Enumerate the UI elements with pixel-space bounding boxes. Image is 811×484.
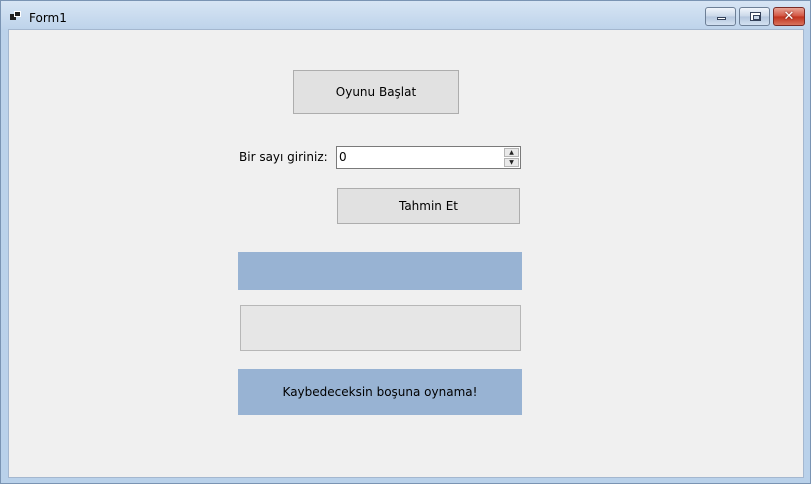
result-label bbox=[238, 252, 522, 290]
minimize-button[interactable] bbox=[705, 7, 736, 26]
maximize-button[interactable] bbox=[739, 7, 770, 26]
close-button[interactable]: ✕ bbox=[773, 7, 805, 26]
number-input[interactable]: 0 ▲ ▼ bbox=[336, 146, 521, 169]
spin-down-icon[interactable]: ▼ bbox=[504, 158, 519, 167]
title-bar[interactable]: Form1 ✕ bbox=[1, 1, 810, 29]
number-prompt-label: Bir sayı giriniz: bbox=[239, 150, 328, 164]
window-title: Form1 bbox=[29, 11, 67, 25]
spin-up-icon[interactable]: ▲ bbox=[504, 148, 519, 157]
guess-button[interactable]: Tahmin Et bbox=[337, 188, 520, 224]
maximize-icon bbox=[750, 12, 761, 21]
app-icon[interactable] bbox=[10, 11, 22, 22]
minimize-icon bbox=[717, 17, 726, 20]
number-spinner[interactable]: ▲ ▼ bbox=[504, 148, 519, 167]
start-game-button[interactable]: Oyunu Başlat bbox=[293, 70, 459, 114]
form-client-area: Oyunu Başlat Bir sayı giriniz: 0 ▲ ▼ Tah… bbox=[8, 29, 804, 478]
message-label: Kaybedeceksin boşuna oynama! bbox=[238, 369, 522, 415]
app-window: Form1 ✕ Oyunu Başlat Bir sayı giriniz: 0… bbox=[0, 0, 811, 484]
hint-box bbox=[240, 305, 521, 351]
close-icon: ✕ bbox=[783, 9, 795, 24]
number-input-value[interactable]: 0 bbox=[339, 150, 347, 164]
